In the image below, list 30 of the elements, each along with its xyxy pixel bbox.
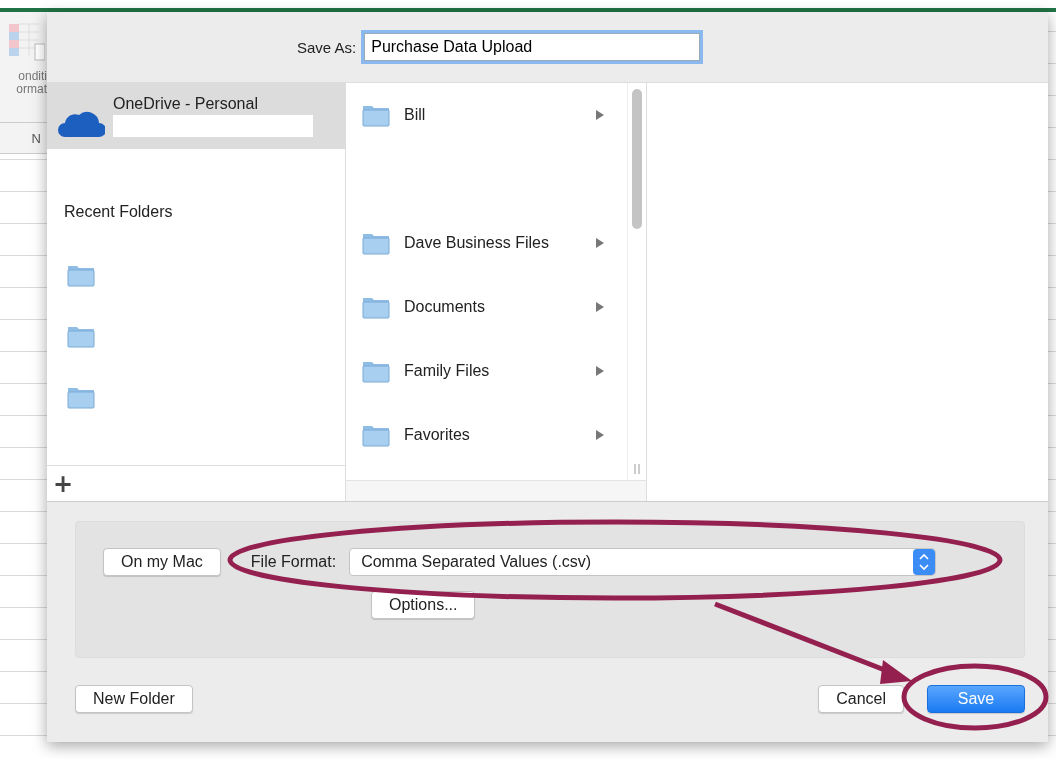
- folder-icon: [362, 231, 390, 255]
- folder-icon: [362, 359, 390, 383]
- file-name-field[interactable]: Purchase Data Upload: [364, 33, 701, 61]
- ribbon-label: onditi: [18, 70, 47, 83]
- folder-icon[interactable]: [67, 324, 95, 348]
- folder-item[interactable]: Bill: [346, 83, 628, 147]
- location-name: OneDrive - Personal: [113, 95, 259, 113]
- folder-icon[interactable]: [67, 263, 95, 287]
- folder-item[interactable]: Documents: [346, 275, 628, 339]
- folder-icon: [362, 423, 390, 447]
- folder-item[interactable]: Favorites: [346, 403, 628, 467]
- add-button[interactable]: +: [47, 469, 80, 498]
- scrollbar-thumb[interactable]: [632, 89, 642, 229]
- on-my-mac-button[interactable]: On my Mac: [103, 548, 221, 576]
- sidebar-item[interactable]: OneDrive - Personal: [47, 83, 345, 149]
- file-format-label: File Format:: [250, 553, 337, 571]
- ribbon-label: ormat: [16, 83, 47, 96]
- folder-item[interactable]: Dave Business Files: [346, 211, 628, 275]
- new-folder-button[interactable]: New Folder: [75, 685, 193, 713]
- folder-icon[interactable]: [67, 385, 95, 409]
- column-resize-handle[interactable]: [634, 464, 640, 474]
- folder-item[interactable]: Family Files: [346, 339, 628, 403]
- folder-icon: [362, 103, 390, 127]
- file-format-dropdown[interactable]: Comma Separated Values (.csv): [349, 548, 937, 576]
- save-as-label: Save As:: [297, 38, 357, 56]
- column-header: N: [31, 130, 41, 146]
- cancel-button[interactable]: Cancel: [818, 685, 904, 713]
- recent-folders-heading: Recent Folders: [64, 203, 174, 221]
- stepper-icon: [913, 549, 936, 575]
- folder-icon: [362, 295, 390, 319]
